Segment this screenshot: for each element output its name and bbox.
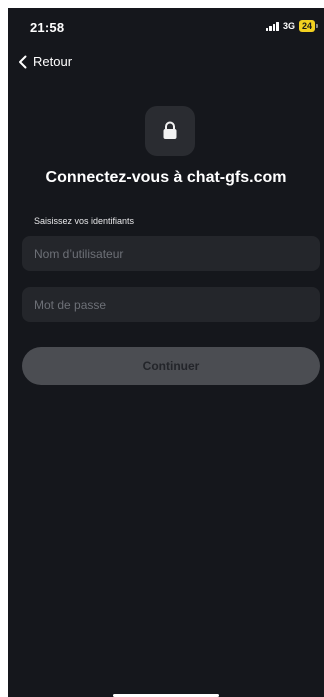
status-indicators: 3G 24 [265, 20, 318, 32]
network-type: 3G [282, 21, 295, 31]
chevron-left-icon [19, 55, 27, 68]
lock-icon [163, 121, 177, 139]
status-time: 21:58 [30, 20, 65, 35]
battery-level: 24 [298, 20, 315, 32]
page-title: Connectez-vous à chat-gfs.com [45, 169, 287, 186]
username-input[interactable] [22, 236, 320, 271]
signal-bars-icon [265, 21, 279, 31]
login-screen: 21:58 3G 24 Retour Connectez-vous à chat… [8, 8, 324, 697]
continue-button[interactable]: Continuer [22, 347, 320, 385]
back-label: Retour [33, 54, 73, 69]
credentials-label: Saisissez vos identifiants [34, 216, 135, 226]
password-input[interactable] [22, 287, 320, 322]
status-bar: 21:58 3G 24 [8, 8, 324, 44]
battery-icon: 24 [298, 20, 318, 32]
battery-tip [316, 24, 318, 28]
back-button[interactable]: Retour [18, 54, 72, 69]
lock-tile [145, 106, 195, 156]
